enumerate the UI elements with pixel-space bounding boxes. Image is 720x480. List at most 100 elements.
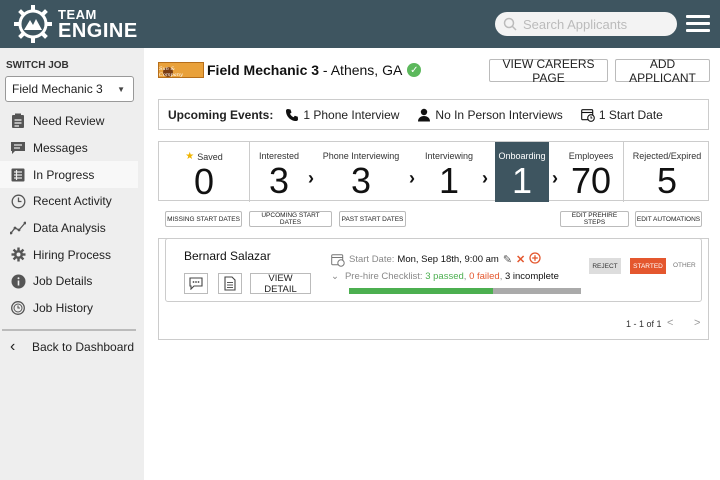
sidebar: SWITCH JOB Field Mechanic 3 ▼ Need Revie… — [0, 48, 144, 480]
start-date-event[interactable]: 1 Start Date — [580, 107, 663, 122]
stage-employees[interactable]: Employees 70 — [563, 142, 619, 202]
team-engine-logo[interactable]: TEAM ENGINE — [12, 3, 138, 45]
checklist-failed: 0 failed — [469, 271, 500, 282]
info-icon — [10, 273, 26, 289]
sidebar-item-in-progress[interactable]: In Progress — [0, 161, 138, 189]
person-icon — [418, 108, 431, 121]
upcoming-events-bar: Upcoming Events: 1 Phone Interview No In… — [158, 99, 709, 130]
top-header: TEAM ENGINE — [0, 0, 720, 48]
upcoming-start-dates-button[interactable]: UPCOMING START DATES — [249, 211, 332, 227]
sidebar-item-job-history[interactable]: Job History — [0, 295, 138, 322]
gear-icon — [10, 247, 26, 263]
chevron-right-icon: › — [308, 168, 314, 188]
message-candidate-button[interactable] — [184, 273, 208, 294]
other-status-link[interactable]: OTHER — [673, 262, 696, 269]
sidebar-item-data-analysis[interactable]: Data Analysis — [0, 215, 138, 242]
edit-prehire-steps-button[interactable]: EDIT PREHIRE STEPS — [560, 211, 629, 227]
start-date-row: Start Date: Mon, Sep 18th, 9:00 am ✎ ✕ — [331, 252, 541, 267]
chevron-right-icon: › — [482, 168, 488, 188]
sidebar-item-label: Messages — [33, 141, 88, 156]
view-careers-page-button[interactable]: VIEW CAREERS PAGE — [489, 57, 608, 85]
checklist-progress-fill — [349, 288, 493, 294]
message-icon — [10, 140, 26, 156]
upcoming-events-label: Upcoming Events: — [168, 107, 274, 122]
chevron-right-icon: › — [409, 168, 415, 188]
history-icon — [10, 300, 26, 316]
check-circle-icon: ✓ — [407, 63, 422, 77]
checklist-label: Pre-hire Checklist: — [344, 271, 423, 282]
job-select[interactable]: Field Mechanic 3 ▼ — [5, 76, 134, 102]
document-icon — [224, 276, 236, 291]
remove-x-icon[interactable]: ✕ — [516, 253, 525, 266]
checklist-progress-bar — [349, 288, 581, 294]
job-location: - Athens, GA — [319, 62, 403, 78]
pagination-next-icon[interactable]: > — [694, 317, 700, 329]
hamburger-menu-icon[interactable] — [686, 15, 710, 33]
phone-interview-event[interactable]: 1 Phone Interview — [285, 108, 399, 122]
pagination-prev-icon[interactable]: < — [667, 317, 673, 329]
sidebar-item-messages[interactable]: Messages — [0, 135, 138, 162]
stage-count: 0 — [193, 161, 215, 202]
checklist-incomplete: 3 incomplete — [504, 271, 559, 282]
clipboard-icon — [10, 113, 26, 129]
sidebar-item-label: Hiring Process — [33, 247, 112, 262]
reject-button[interactable]: REJECT — [589, 258, 621, 274]
sidebar-item-label: Recent Activity — [33, 194, 112, 209]
stage-count: 5 — [656, 160, 678, 201]
view-detail-button[interactable]: VIEW DETAIL — [250, 273, 311, 295]
stage-interviewing[interactable]: Interviewing 1 — [419, 142, 479, 202]
search-box[interactable] — [495, 12, 677, 36]
chat-icon — [189, 277, 203, 290]
sidebar-item-need-review[interactable]: Need Review — [0, 108, 138, 135]
search-input[interactable] — [523, 16, 673, 32]
sidebar-item-hiring-process[interactable]: Hiring Process — [0, 241, 138, 268]
gear-logo-icon — [14, 5, 52, 43]
edit-automations-button[interactable]: EDIT AUTOMATIONS — [635, 211, 702, 227]
in-person-interview-event[interactable]: No In Person Interviews — [417, 108, 563, 122]
candidate-card[interactable]: Bernard Salazar VIEW DETAIL Start Date: … — [165, 238, 702, 302]
start-date-text: 1 Start Date — [598, 107, 663, 122]
stage-count: 3 — [350, 160, 372, 201]
start-date-label: Start Date: — [349, 254, 395, 265]
logo-line2: ENGINE — [58, 19, 138, 42]
chevron-left-icon: ‹ — [10, 338, 16, 355]
clock-icon — [10, 193, 26, 209]
stage-interested[interactable]: Interested 3 — [250, 142, 308, 202]
chart-line-icon — [10, 220, 26, 236]
calendar-clock-icon — [331, 253, 345, 267]
stage-saved[interactable]: ★ Saved 0 — [159, 142, 249, 202]
add-circle-icon[interactable] — [529, 252, 541, 267]
stage-rejected-expired[interactable]: Rejected/Expired 5 — [624, 142, 710, 202]
candidate-name[interactable]: Bernard Salazar — [184, 249, 271, 263]
checklist-passed: 3 passed — [425, 271, 464, 282]
edit-pencil-icon[interactable]: ✎ — [503, 253, 512, 266]
missing-start-dates-button[interactable]: MISSING START DATES — [165, 211, 242, 227]
documents-button[interactable] — [218, 273, 242, 294]
company-logo-text: Sun & Company — [159, 66, 183, 78]
past-start-dates-button[interactable]: PAST START DATES — [339, 211, 406, 227]
sidebar-item-recent-activity[interactable]: Recent Activity — [0, 188, 138, 215]
add-applicant-button[interactable]: ADD APPLICANT — [615, 57, 710, 85]
logo-line1: TEAM — [58, 6, 97, 22]
stage-onboarding[interactable]: Onboarding 1 — [495, 142, 549, 202]
sidebar-item-label: Data Analysis — [33, 221, 106, 236]
calendar-clock-icon — [580, 108, 595, 122]
sidebar-item-label: Job Details — [33, 274, 93, 289]
star-icon: ★ — [185, 151, 195, 162]
caret-down-icon: ▼ — [117, 85, 125, 94]
phone-interview-text: 1 Phone Interview — [303, 107, 400, 122]
page-title: Field Mechanic 3 - Athens, GA — [207, 62, 402, 78]
stage-label: Saved — [197, 151, 223, 162]
sidebar-item-label: In Progress — [33, 167, 95, 182]
chevron-down-icon[interactable]: ⌄ — [331, 271, 339, 282]
phone-icon — [286, 108, 299, 121]
sidebar-item-job-details[interactable]: Job Details — [0, 268, 138, 295]
back-to-dashboard-link[interactable]: ‹ Back to Dashboard — [10, 338, 134, 356]
stage-phone-interviewing[interactable]: Phone Interviewing 3 — [319, 142, 403, 202]
list-icon — [10, 167, 26, 183]
job-title-row: Sun & Company Field Mechanic 3 - Athens,… — [158, 62, 422, 78]
stage-count: 1 — [438, 160, 460, 201]
started-status-button[interactable]: STARTED — [630, 258, 666, 274]
prehire-checklist-row[interactable]: ⌄ Pre-hire Checklist: 3 passed, 0 failed… — [331, 271, 559, 282]
sidebar-item-label: Need Review — [33, 114, 105, 129]
